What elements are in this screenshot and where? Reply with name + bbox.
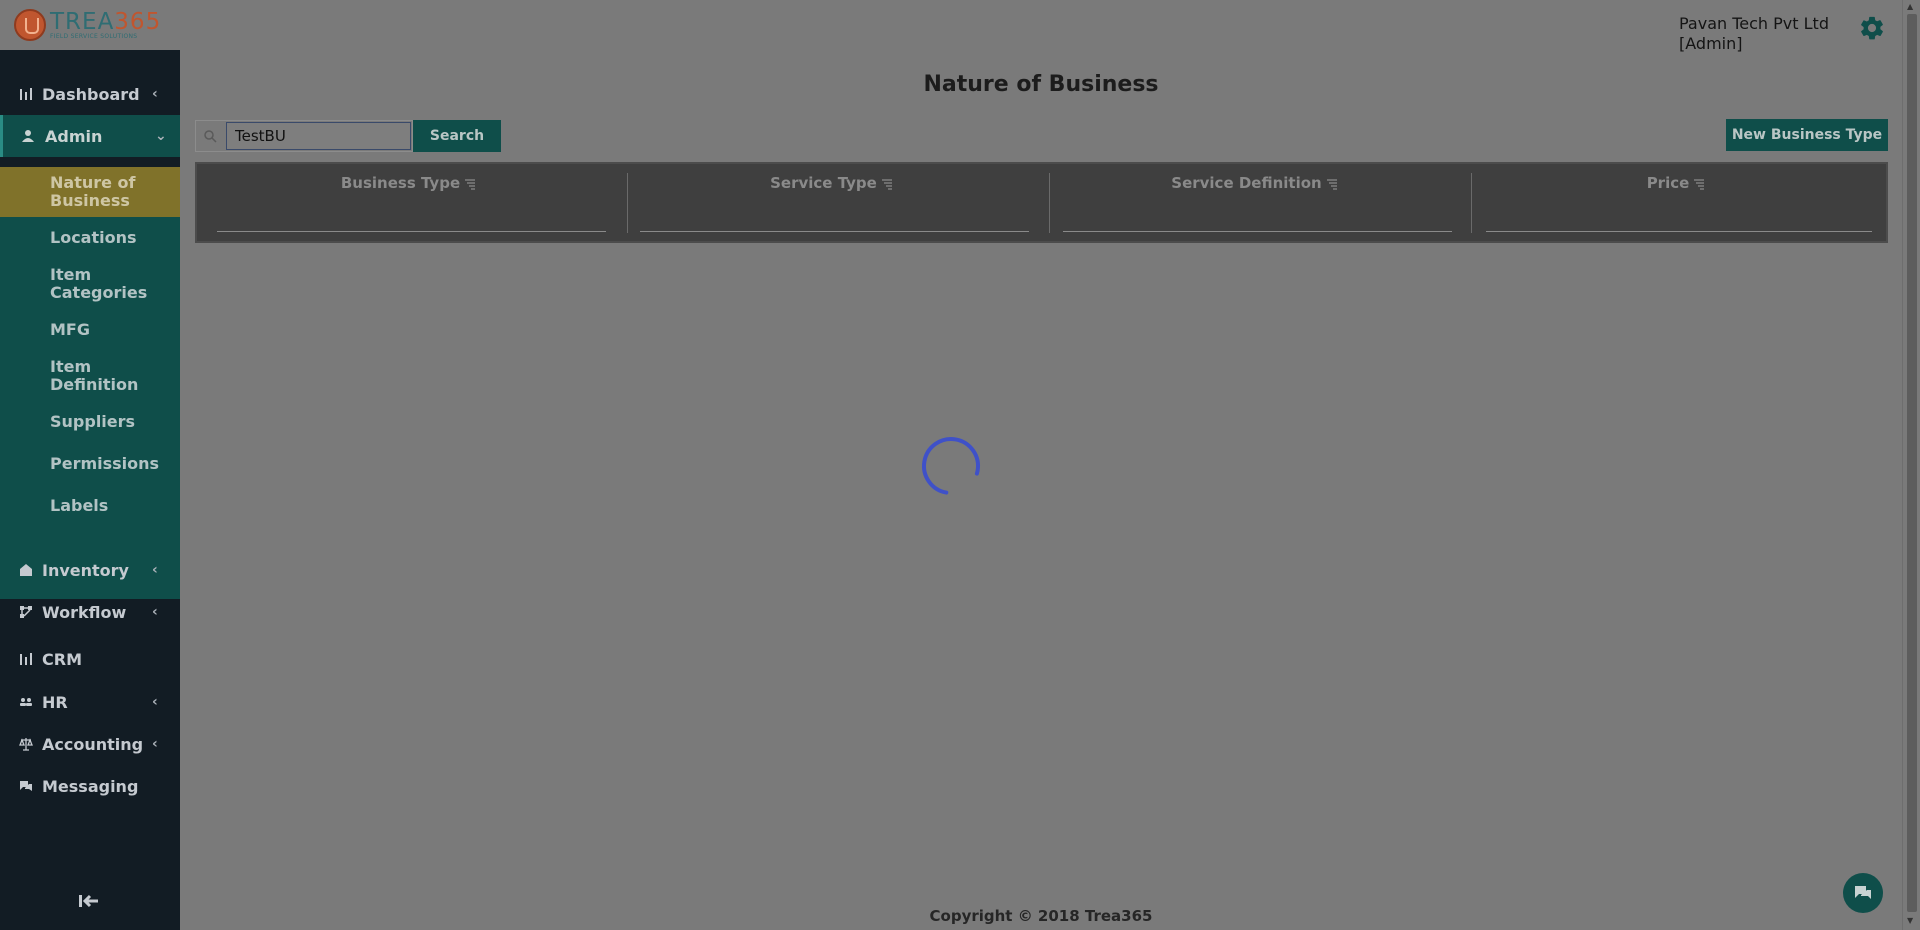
column-header: Business Type bbox=[340, 174, 461, 192]
filter-input-line[interactable] bbox=[1486, 231, 1872, 232]
sidebar-item-label: Admin bbox=[45, 126, 103, 146]
sidebar-item-label: Accounting bbox=[42, 734, 144, 754]
column-service-definition[interactable]: Service Definition bbox=[1043, 164, 1466, 241]
workflow-icon bbox=[18, 604, 34, 620]
chevron-left-icon: ‹ bbox=[152, 694, 158, 710]
submenu-item-nature-of-business[interactable]: Nature of Business bbox=[0, 167, 180, 217]
submenu-item-label: Locations bbox=[50, 228, 137, 247]
copyright-text: Copyright © 2018 Trea365 bbox=[929, 907, 1153, 925]
submenu-item-label: Suppliers bbox=[50, 412, 136, 431]
vertical-scrollbar[interactable]: ▲ ▼ bbox=[1902, 0, 1920, 930]
bar-chart-icon bbox=[18, 86, 34, 102]
filter-icon[interactable] bbox=[1326, 178, 1338, 190]
search-box bbox=[195, 120, 413, 152]
business-type-grid: Business Type Service Type Service Defin… bbox=[195, 162, 1888, 243]
sidebar-item-dashboard[interactable]: Dashboard ‹ bbox=[0, 73, 180, 115]
column-business-type[interactable]: Business Type bbox=[197, 164, 620, 241]
filter-input-line[interactable] bbox=[640, 231, 1029, 232]
admin-submenu: Nature of Business Locations Item Catego… bbox=[0, 167, 180, 599]
chat-icon[interactable] bbox=[1843, 873, 1883, 913]
chevron-left-icon: ‹ bbox=[152, 86, 158, 102]
chevron-left-icon: ‹ bbox=[152, 562, 158, 578]
logo-tagline: FIELD SERVICE SOLUTIONS bbox=[50, 33, 138, 40]
submenu-item-label: Item Categories bbox=[50, 265, 148, 302]
column-header: Service Type bbox=[770, 174, 877, 192]
sidebar-item-label: Inventory bbox=[42, 560, 129, 580]
logo-mark-icon bbox=[14, 9, 46, 41]
sidebar-item-hr[interactable]: HR ‹ bbox=[0, 681, 180, 723]
column-price[interactable]: Price bbox=[1466, 164, 1886, 241]
new-business-type-button[interactable]: New Business Type bbox=[1726, 119, 1888, 151]
sidebar-item-label: HR bbox=[42, 692, 68, 712]
loading-spinner-icon bbox=[922, 437, 980, 495]
chevron-left-icon: ‹ bbox=[152, 604, 158, 620]
submenu-item-permissions[interactable]: Permissions bbox=[0, 443, 180, 485]
submenu-item-mfg[interactable]: MFG bbox=[0, 309, 180, 351]
sidebar-item-workflow[interactable]: Workflow ‹ bbox=[0, 591, 180, 633]
submenu-item-locations[interactable]: Locations bbox=[0, 217, 180, 259]
scrollbar-thumb[interactable] bbox=[1907, 14, 1917, 912]
logo-number: 365 bbox=[114, 9, 162, 35]
sidebar-item-inventory[interactable]: Inventory ‹ bbox=[0, 549, 180, 591]
submenu-item-suppliers[interactable]: Suppliers bbox=[0, 401, 180, 443]
page-title: Nature of Business bbox=[923, 72, 1159, 97]
sidebar: Dashboard ‹ Admin ⌄ Nature of Business L… bbox=[0, 50, 180, 930]
company-line: Pavan Tech Pvt Ltd bbox=[1679, 14, 1829, 33]
filter-input-line[interactable] bbox=[1063, 231, 1452, 232]
gear-icon[interactable] bbox=[1858, 14, 1886, 42]
submenu-item-label: Permissions bbox=[50, 454, 160, 473]
chevron-left-icon: ‹ bbox=[152, 736, 158, 752]
submenu-item-item-categories[interactable]: Item Categories bbox=[0, 259, 180, 309]
submenu-item-labels[interactable]: Labels bbox=[0, 485, 180, 527]
sidebar-item-label: Workflow bbox=[42, 602, 127, 622]
column-header: Price bbox=[1646, 174, 1690, 192]
filter-icon[interactable] bbox=[464, 178, 476, 190]
bar-chart-icon bbox=[18, 651, 34, 667]
collapse-left-icon[interactable] bbox=[78, 890, 100, 914]
logo-text: TREA365 FIELD SERVICE SOLUTIONS bbox=[50, 10, 161, 40]
people-icon bbox=[18, 694, 34, 710]
search-input[interactable] bbox=[226, 122, 411, 150]
user-cog-icon bbox=[21, 128, 37, 144]
scale-icon bbox=[18, 736, 34, 752]
user-role: [Admin] bbox=[1679, 34, 1743, 53]
submenu-item-label: Nature of Business bbox=[50, 173, 136, 210]
column-service-type[interactable]: Service Type bbox=[620, 164, 1043, 241]
filter-icon[interactable] bbox=[881, 178, 893, 190]
submenu-item-label: Labels bbox=[50, 496, 109, 515]
sidebar-item-label: CRM bbox=[42, 649, 82, 669]
sidebar-item-messaging[interactable]: Messaging bbox=[0, 765, 180, 807]
search-button[interactable]: Search bbox=[413, 120, 501, 152]
scroll-up-icon[interactable]: ▲ bbox=[1907, 2, 1913, 11]
sidebar-item-crm[interactable]: CRM bbox=[0, 638, 180, 680]
logo-word: TREA bbox=[50, 9, 115, 35]
filter-input-line[interactable] bbox=[217, 231, 606, 232]
submenu-item-label: Item Definition bbox=[50, 357, 139, 394]
top-header: TREA365 FIELD SERVICE SOLUTIONS Pavan Te… bbox=[0, 0, 1902, 53]
chevron-down-icon: ⌄ bbox=[155, 128, 167, 144]
brand-logo[interactable]: TREA365 FIELD SERVICE SOLUTIONS bbox=[14, 9, 161, 41]
warehouse-icon bbox=[18, 562, 34, 578]
column-header: Service Definition bbox=[1171, 174, 1322, 192]
chat-icon bbox=[18, 778, 34, 794]
scroll-down-icon[interactable]: ▼ bbox=[1907, 916, 1913, 925]
sidebar-item-accounting[interactable]: Accounting ‹ bbox=[0, 723, 180, 765]
submenu-item-item-definition[interactable]: Item Definition bbox=[0, 351, 180, 401]
search-icon bbox=[196, 121, 224, 151]
submenu-item-label: MFG bbox=[50, 320, 90, 339]
company-name: Pavan Tech Pvt Ltd [Admin] bbox=[1679, 14, 1829, 54]
filter-icon[interactable] bbox=[1693, 178, 1705, 190]
sidebar-item-label: Dashboard bbox=[42, 84, 140, 104]
sidebar-item-admin[interactable]: Admin ⌄ bbox=[0, 115, 180, 157]
sidebar-item-label: Messaging bbox=[42, 776, 139, 796]
